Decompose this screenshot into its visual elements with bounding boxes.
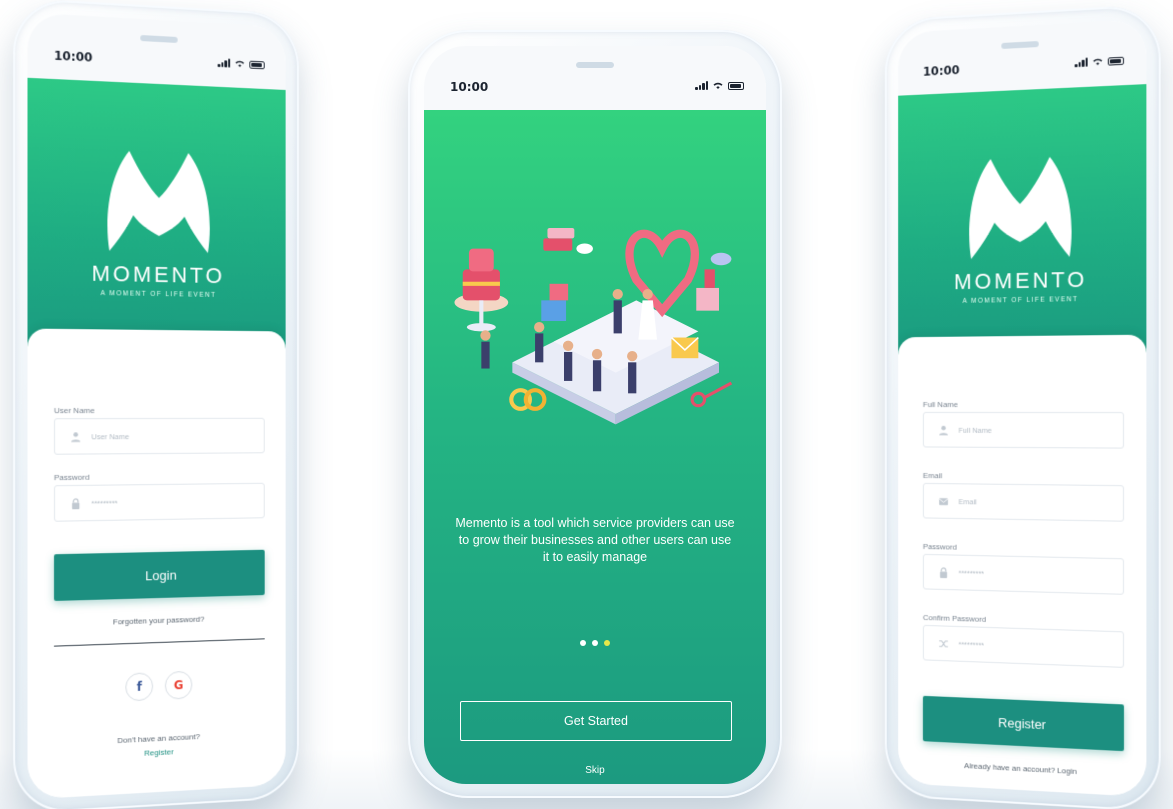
pager-dot[interactable] [580, 640, 586, 646]
lock-icon [69, 497, 81, 509]
email-input[interactable]: Email [922, 482, 1124, 522]
brand-name: MOMENTO [91, 260, 226, 289]
wifi-icon [713, 82, 723, 89]
pager-dot[interactable] [592, 640, 598, 646]
username-placeholder: User Name [91, 431, 130, 441]
user-icon [69, 430, 81, 442]
password-label: Password [53, 472, 90, 483]
get-started-button[interactable]: Get Started [460, 701, 732, 741]
pager-dot-active[interactable] [604, 640, 610, 646]
password-input[interactable]: ********* [53, 482, 265, 522]
status-bar: 10:00 [27, 12, 286, 90]
system-icons [695, 80, 744, 90]
password-placeholder: ********* [91, 498, 118, 508]
wifi-icon [1093, 58, 1103, 66]
google-login-button[interactable]: G [164, 670, 193, 700]
social-login: f G [125, 670, 193, 702]
email-placeholder: Email [958, 496, 977, 506]
register-screen: 10:00 MOMENTO A MOMENT OF LIFE EVENT Ful… [898, 18, 1147, 798]
speaker-grill [1001, 40, 1039, 49]
cellular-signal-icon [1074, 57, 1088, 68]
onboarding-phone: 10:00 Memento is a tool which service pr… [408, 30, 782, 798]
system-icons [1074, 55, 1124, 68]
status-time: 10:00 [922, 63, 960, 79]
email-icon [937, 495, 949, 507]
divider [53, 638, 265, 647]
system-icons [217, 57, 265, 70]
speaker-grill [576, 62, 614, 68]
brand-name: MOMENTO [953, 266, 1088, 295]
battery-icon [249, 60, 265, 70]
lock-icon [937, 566, 949, 578]
google-icon: G [173, 678, 184, 693]
momento-logo-icon [107, 150, 210, 254]
brand-tagline: A MOMENT OF LIFE EVENT [100, 290, 217, 299]
status-bar: 10:00 [898, 18, 1147, 96]
battery-icon [728, 82, 744, 90]
full-name-input[interactable]: Full Name [922, 411, 1124, 449]
register-hero: MOMENTO A MOMENT OF LIFE EVENT [898, 84, 1147, 361]
onboarding-panel: Memento is a tool which service provider… [424, 110, 766, 784]
cellular-signal-icon [217, 57, 231, 68]
facebook-icon: f [136, 679, 142, 694]
username-label: User Name [53, 406, 95, 416]
speaker-grill [140, 34, 178, 43]
facebook-login-button[interactable]: f [125, 672, 154, 702]
have-account-login-link[interactable]: Already have an account? Login [898, 758, 1146, 780]
register-password-input[interactable]: ********* [922, 553, 1124, 595]
full-name-placeholder: Full Name [958, 425, 992, 435]
status-bar: 10:00 [424, 46, 766, 110]
email-label: Email [922, 471, 943, 481]
login-card: User Name User Name Password ********* L… [27, 328, 286, 800]
full-name-label: Full Name [922, 400, 958, 409]
confirm-password-placeholder: ********* [958, 639, 985, 650]
brand-tagline: A MOMENT OF LIFE EVENT [962, 296, 1079, 305]
status-time: 10:00 [450, 80, 489, 94]
pager-dots [424, 640, 766, 646]
login-button[interactable]: Login [53, 549, 265, 601]
register-link-label: Register [144, 747, 174, 758]
momento-logo-icon [969, 156, 1072, 260]
status-time: 10:00 [53, 48, 93, 65]
confirm-password-input[interactable]: ********* [922, 624, 1124, 668]
onboarding-screen: 10:00 Memento is a tool which service pr… [424, 46, 766, 784]
register-password-placeholder: ********* [958, 568, 985, 578]
username-input[interactable]: User Name [53, 417, 265, 455]
login-screen: 10:00 MOMENTO A MOMENT OF LIFE EVENT Use… [27, 12, 286, 800]
user-icon [937, 424, 949, 436]
wifi-icon [235, 60, 245, 68]
forgot-password-link[interactable]: Forgotten your password? [27, 612, 285, 629]
register-button[interactable]: Register [922, 695, 1124, 752]
register-card: Full Name Full Name Email Email Password [898, 334, 1147, 798]
skip-link[interactable]: Skip [424, 765, 766, 776]
login-hero: MOMENTO A MOMENT OF LIFE EVENT [27, 77, 286, 355]
wedding-event-illustration [454, 228, 733, 425]
onboarding-description: Memento is a tool which service provider… [455, 516, 735, 564]
register-password-label: Password [922, 542, 957, 552]
login-phone: 10:00 MOMENTO A MOMENT OF LIFE EVENT Use… [13, 0, 299, 809]
cellular-signal-icon [695, 80, 708, 90]
shuffle-icon [937, 637, 949, 649]
register-phone: 10:00 MOMENTO A MOMENT OF LIFE EVENT Ful… [884, 3, 1161, 809]
confirm-password-label: Confirm Password [922, 613, 987, 624]
battery-icon [1107, 56, 1124, 66]
